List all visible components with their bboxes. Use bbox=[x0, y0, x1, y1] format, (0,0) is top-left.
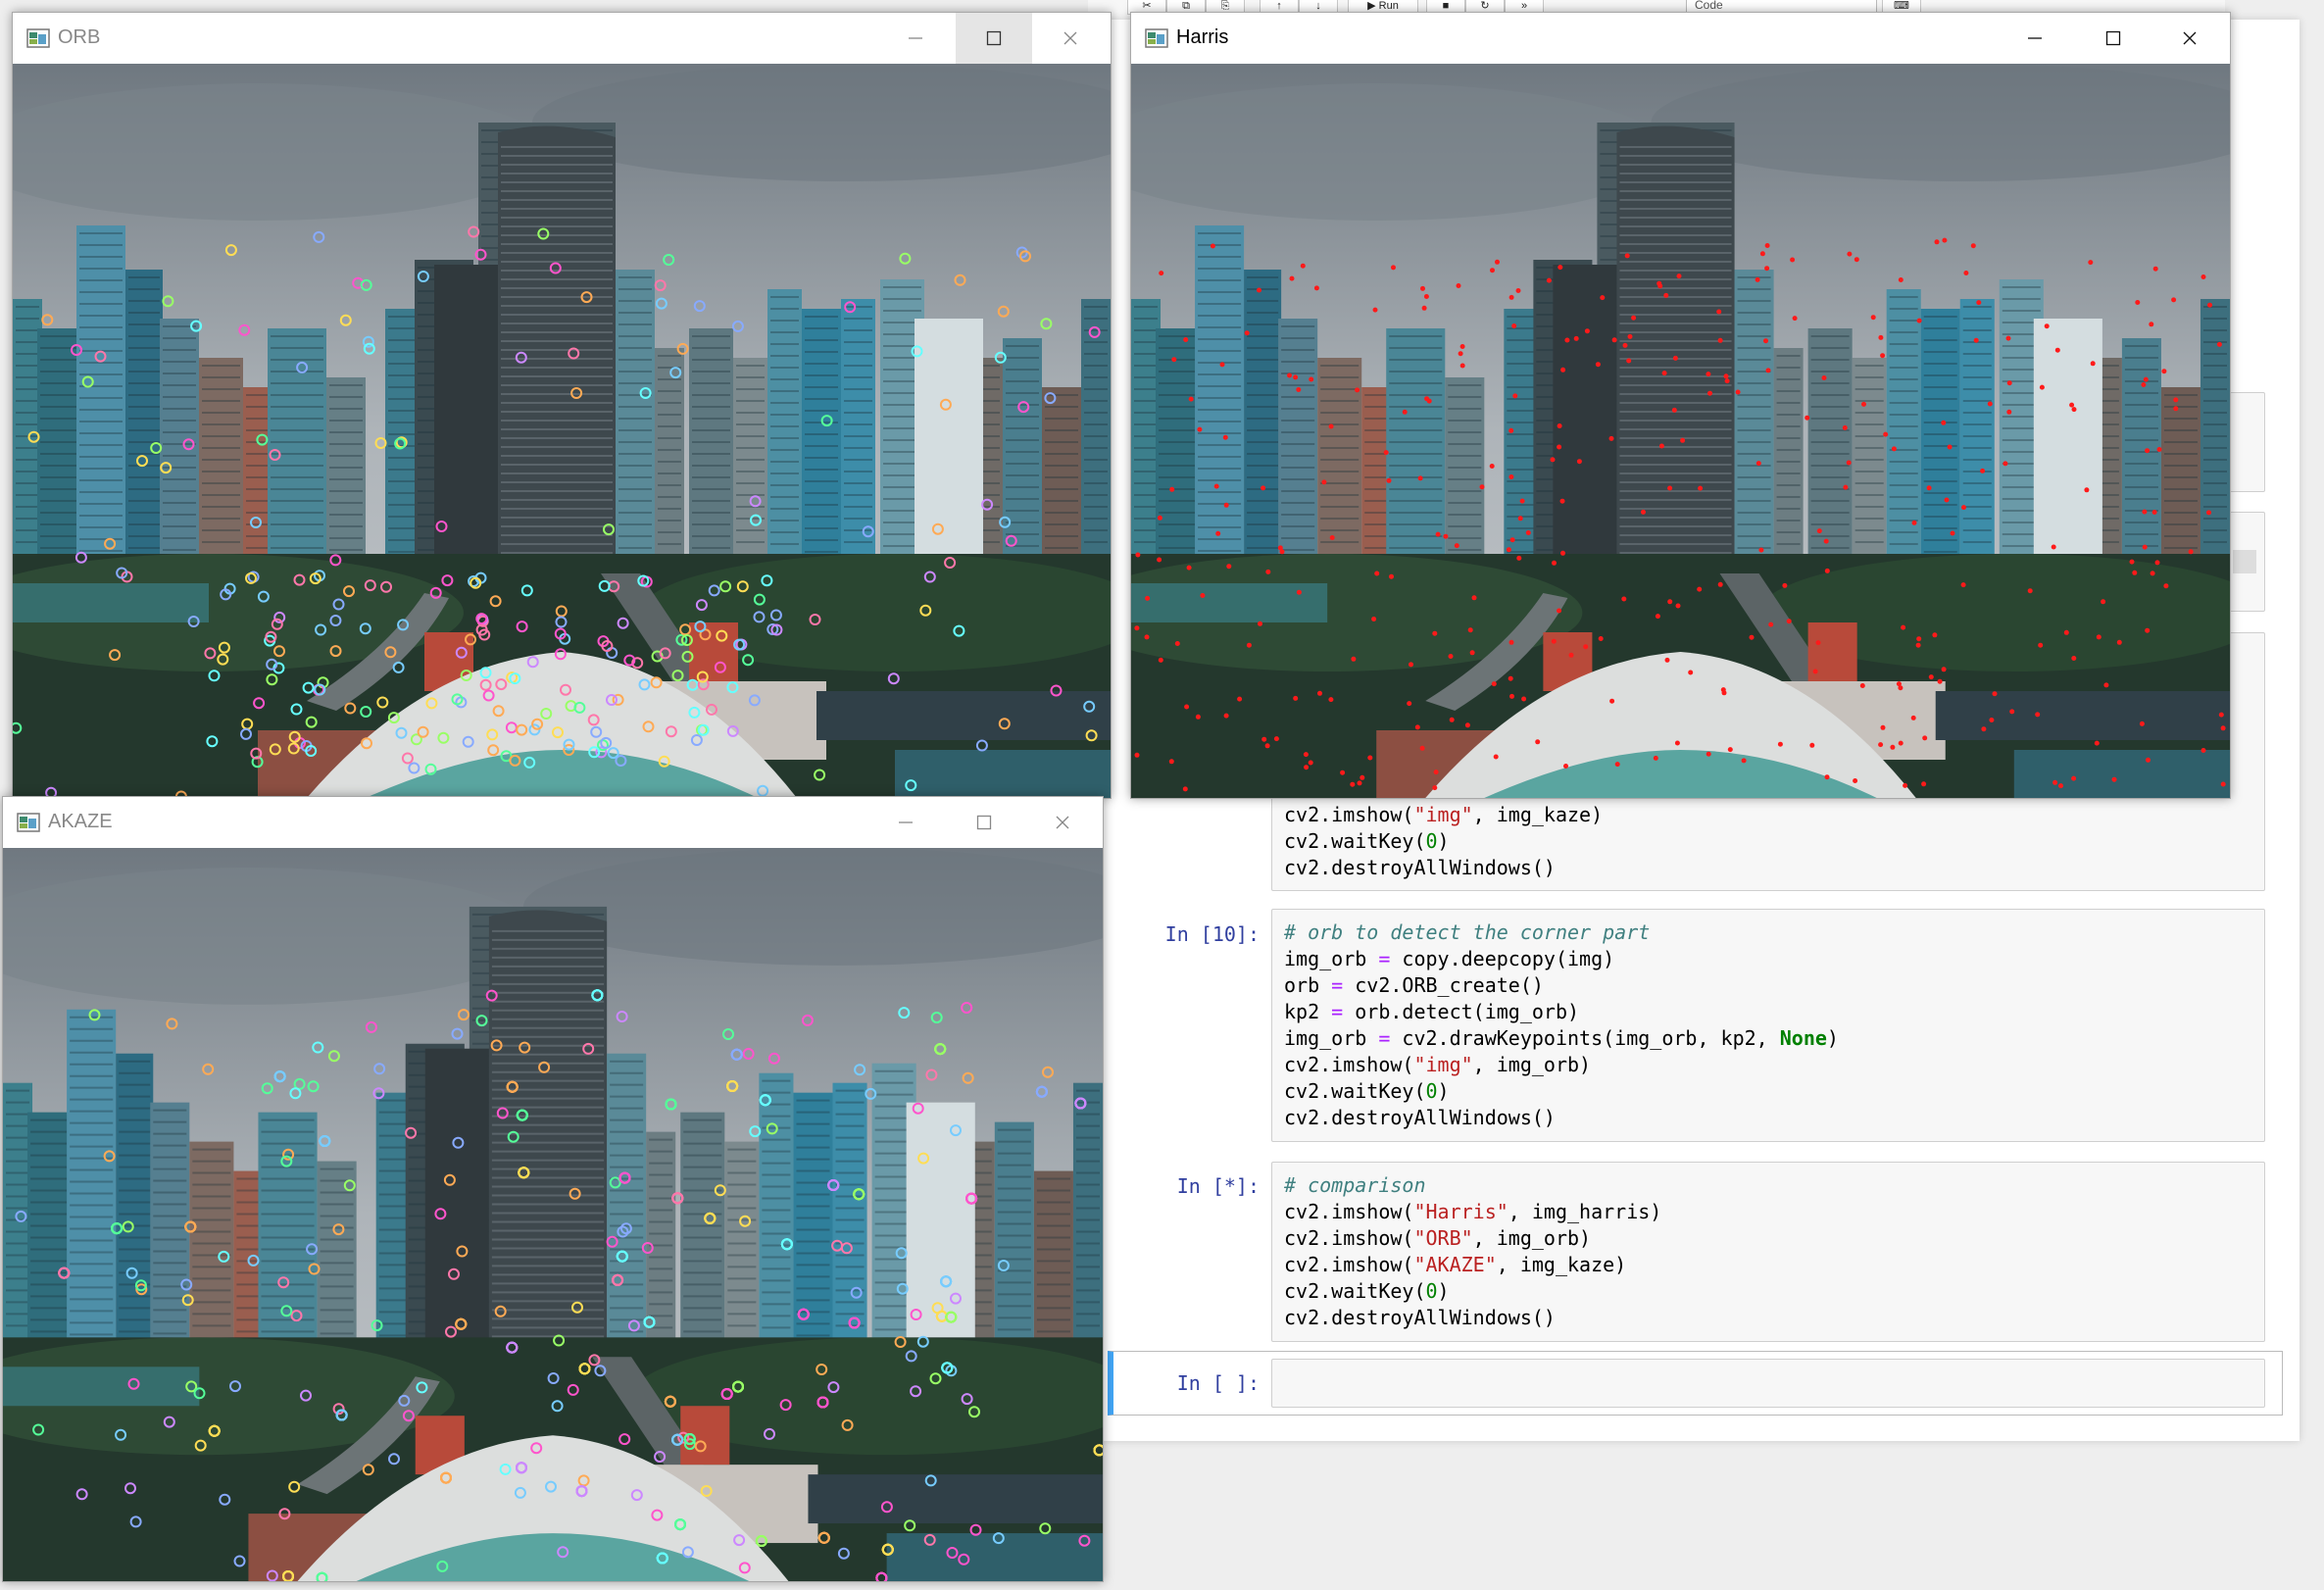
code-kaze: cv2.imshow("img", img_kaze) cv2.waitKey(0… bbox=[1272, 792, 1614, 891]
akaze-titlebar[interactable]: AKAZE bbox=[3, 797, 1103, 848]
opencv-window-icon bbox=[26, 28, 50, 48]
code-line: orb = cv2.ORB_create() bbox=[1284, 973, 1544, 997]
harris-window[interactable]: Harris bbox=[1130, 12, 2231, 799]
prompt-compare: In [*]: bbox=[1176, 1174, 1260, 1198]
minimize-icon bbox=[2028, 37, 2042, 39]
maximize-button[interactable] bbox=[956, 13, 1032, 64]
opencv-window-icon bbox=[17, 813, 40, 832]
code-line: kp2 = orb.detect(img_orb) bbox=[1284, 1000, 1580, 1023]
run-label: Run bbox=[1378, 0, 1399, 12]
code-line: img_orb = copy.deepcopy(img) bbox=[1284, 947, 1615, 970]
code-cell-compare[interactable]: # comparison cv2.imshow("Harris", img_har… bbox=[1271, 1162, 2265, 1342]
code-line: cv2.waitKey(0) bbox=[1284, 829, 1450, 853]
code-line: img_orb = cv2.drawKeypoints(img_orb, kp2… bbox=[1284, 1026, 1839, 1050]
harris-image bbox=[1131, 64, 2230, 798]
minimize-button[interactable] bbox=[877, 13, 954, 64]
minimize-button[interactable] bbox=[1997, 13, 2073, 64]
prompt-orb: In [10]: bbox=[1164, 922, 1260, 946]
code-line: cv2.destroyAllWindows() bbox=[1284, 856, 1556, 879]
code-line: cv2.imshow("AKAZE", img_kaze) bbox=[1284, 1253, 1627, 1276]
code-line: # comparison bbox=[1284, 1173, 1426, 1197]
code-line: cv2.destroyAllWindows() bbox=[1284, 1306, 1556, 1329]
code-input-empty[interactable] bbox=[1271, 1359, 2265, 1408]
maximize-button[interactable] bbox=[946, 797, 1022, 848]
window-title: ORB bbox=[58, 26, 101, 48]
maximize-button[interactable] bbox=[2075, 13, 2151, 64]
harris-corners bbox=[1134, 237, 2226, 792]
window-title: Harris bbox=[1176, 26, 1229, 48]
akaze-window[interactable]: AKAZE bbox=[2, 796, 1104, 1582]
akaze-keypoints bbox=[15, 989, 1103, 1581]
code-line: cv2.imshow("img", img_orb) bbox=[1284, 1053, 1592, 1076]
minimize-button[interactable] bbox=[867, 797, 944, 848]
code-line: # orb to detect the corner part bbox=[1284, 920, 1651, 944]
orb-titlebar[interactable]: ORB bbox=[13, 13, 1111, 64]
close-icon bbox=[1056, 816, 1069, 829]
minimize-icon bbox=[899, 821, 913, 823]
maximize-icon bbox=[986, 30, 1002, 46]
code-line: cv2.imshow("ORB", img_orb) bbox=[1284, 1226, 1592, 1250]
maximize-icon bbox=[2105, 30, 2121, 46]
opencv-window-icon bbox=[1145, 28, 1168, 48]
akaze-image bbox=[3, 848, 1103, 1581]
code-line: cv2.imshow("img", img_kaze) bbox=[1284, 803, 1604, 826]
code-cell-orb[interactable]: # orb to detect the corner part img_orb =… bbox=[1271, 909, 2265, 1142]
minimize-icon bbox=[909, 37, 922, 39]
close-button[interactable] bbox=[2151, 13, 2228, 64]
code-line: cv2.imshow("Harris", img_harris) bbox=[1284, 1200, 1662, 1223]
window-title: AKAZE bbox=[48, 811, 113, 832]
harris-titlebar[interactable]: Harris bbox=[1131, 13, 2230, 64]
maximize-icon bbox=[976, 815, 992, 830]
code-orb: # orb to detect the corner part img_orb =… bbox=[1272, 910, 2264, 1141]
code-line: cv2.destroyAllWindows() bbox=[1284, 1106, 1556, 1129]
code-line: cv2.waitKey(0) bbox=[1284, 1079, 1450, 1103]
close-icon bbox=[2183, 31, 2197, 45]
code-line: cv2.waitKey(0) bbox=[1284, 1279, 1450, 1303]
code-compare: # comparison cv2.imshow("Harris", img_har… bbox=[1272, 1163, 2264, 1341]
orb-window[interactable]: ORB bbox=[12, 12, 1112, 799]
scrollbar-thumb[interactable] bbox=[2233, 550, 2256, 573]
close-button[interactable] bbox=[1032, 13, 1109, 64]
close-icon bbox=[1063, 31, 1077, 45]
orb-keypoints bbox=[13, 225, 1101, 798]
orb-image bbox=[13, 64, 1111, 798]
close-button[interactable] bbox=[1024, 797, 1101, 848]
prompt-empty: In [ ]: bbox=[1176, 1371, 1260, 1395]
